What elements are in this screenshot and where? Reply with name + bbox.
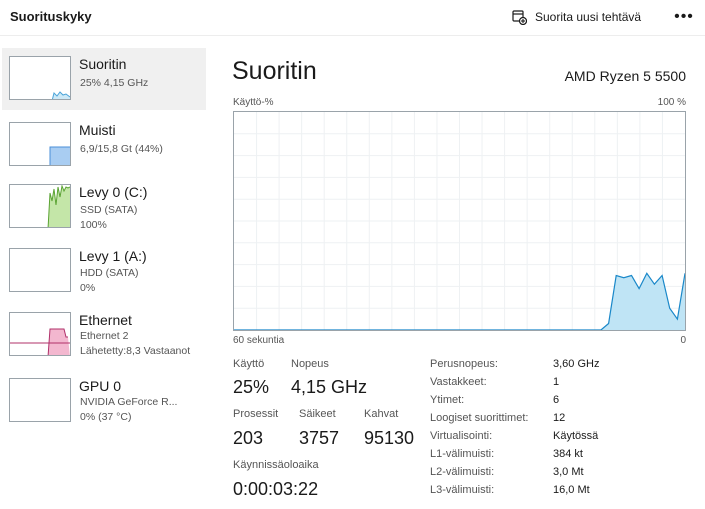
sidebar-item-detail: SSD (SATA) — [80, 204, 138, 216]
uptime-label: Käynnissäoloaika — [233, 459, 319, 471]
threads-value: 3757 — [299, 428, 340, 448]
sidebar-item-disk-1[interactable]: Levy 1 (A:) HDD (SATA) 0% — [2, 240, 206, 302]
disk-1-thumbnail — [9, 248, 71, 292]
sidebar-item-detail-2: 0% — [80, 282, 96, 294]
sidebar-item-detail: NVIDIA GeForce R... — [80, 396, 178, 408]
sidebar-item-detail: Ethernet 2 — [80, 330, 129, 342]
sidebar-item-detail-2: 0% (37 °C) — [80, 411, 132, 423]
sidebar-item-gpu[interactable]: GPU 0 NVIDIA GeForce R... 0% (37 °C) — [2, 370, 206, 432]
sidebar-item-detail: HDD (SATA) — [80, 267, 139, 279]
sidebar-item-label: Suoritin — [79, 56, 127, 72]
cpu-thumbnail — [9, 56, 71, 100]
processes-value: 203 — [233, 428, 264, 448]
sidebar-item-label: Levy 1 (A:) — [79, 248, 147, 264]
sidebar-item-label: GPU 0 — [79, 378, 122, 394]
new-task-icon — [512, 9, 527, 25]
graph-y-max-label: 100 % — [657, 97, 686, 108]
spec-label-base-speed: Perusnopeus: — [430, 358, 498, 370]
threads-label: Säikeet — [299, 408, 336, 420]
handles-label: Kahvat — [364, 408, 399, 420]
sidebar-item-detail: 25% 4,15 GHz — [80, 77, 149, 89]
sidebar-item-label: Levy 0 (C:) — [79, 184, 148, 200]
ethernet-thumbnail — [9, 312, 71, 356]
cpu-usage-chart — [234, 112, 686, 331]
spec-label-cores: Ytimet: — [430, 394, 465, 406]
sidebar-item-disk-0[interactable]: Levy 0 (C:) SSD (SATA) 100% — [2, 176, 206, 238]
sidebar-item-detail-2: 100% — [80, 219, 107, 231]
spec-value-l3-cache: 16,0 Mt — [553, 484, 590, 496]
sidebar-item-detail-2: Lähetetty:8,3 Vastaanot — [80, 345, 191, 357]
run-new-task-button[interactable]: Suorita uusi tehtävä — [512, 6, 641, 28]
graph-y-label: Käyttö-% — [233, 97, 274, 108]
spec-label-virtualization: Virtualisointi: — [430, 430, 493, 442]
run-new-task-label: Suorita uusi tehtävä — [535, 10, 642, 24]
spec-label-logical-processors: Loogiset suorittimet: — [430, 412, 529, 424]
spec-label-l2-cache: L2-välimuisti: — [430, 466, 495, 478]
sidebar-item-cpu[interactable]: Suoritin 25% 4,15 GHz — [2, 48, 206, 110]
more-options-icon[interactable]: ••• — [672, 6, 696, 28]
cpu-detail-panel: Suoritin AMD Ryzen 5 5500 Käyttö-% 100 %… — [222, 46, 705, 509]
panel-title: Suoritin — [232, 57, 317, 85]
cpu-usage-graph — [233, 111, 686, 331]
memory-thumbnail — [9, 122, 71, 166]
memory-thumb-fill — [50, 147, 70, 165]
cpu-model: AMD Ryzen 5 5500 — [564, 68, 686, 84]
speed-label: Nopeus — [291, 358, 329, 370]
sidebar-item-detail: 6,9/15,8 Gt (44%) — [80, 143, 163, 155]
spec-value-l1-cache: 384 kt — [553, 448, 583, 460]
spec-value-base-speed: 3,60 GHz — [553, 358, 600, 370]
sidebar: Suoritin 25% 4,15 GHz Muisti 6,9/15,8 Gt… — [0, 46, 210, 509]
spec-value-sockets: 1 — [553, 376, 560, 388]
processes-label: Prosessit — [233, 408, 279, 420]
spec-label-l3-cache: L3-välimuisti: — [430, 484, 495, 496]
spec-value-l2-cache: 3,0 Mt — [553, 466, 584, 478]
title-bar: Suorituskyky Suorita uusi tehtävä ••• — [0, 0, 705, 36]
sidebar-item-label: Muisti — [79, 122, 116, 138]
usage-value: 25% — [233, 377, 270, 397]
graph-x-left-label: 60 sekuntia — [233, 335, 285, 346]
handles-value: 95130 — [364, 428, 415, 448]
page-title: Suorituskyky — [10, 9, 92, 24]
spec-label-sockets: Vastakkeet: — [430, 376, 487, 388]
sidebar-item-ethernet[interactable]: Ethernet Ethernet 2 Lähetetty:8,3 Vastaa… — [2, 304, 206, 366]
sidebar-item-label: Ethernet — [79, 312, 132, 328]
spec-value-cores: 6 — [553, 394, 560, 406]
uptime-value: 0:00:03:22 — [233, 479, 319, 499]
usage-label: Käyttö — [233, 358, 265, 370]
disk-0-thumbnail — [9, 184, 71, 228]
spec-value-logical-processors: 12 — [553, 412, 566, 424]
sidebar-item-memory[interactable]: Muisti 6,9/15,8 Gt (44%) — [2, 114, 206, 176]
gpu-thumbnail — [9, 378, 71, 422]
graph-x-right-label: 0 — [680, 335, 686, 346]
speed-value: 4,15 GHz — [291, 377, 368, 397]
spec-value-virtualization: Käytössä — [553, 430, 599, 442]
spec-label-l1-cache: L1-välimuisti: — [430, 448, 495, 460]
